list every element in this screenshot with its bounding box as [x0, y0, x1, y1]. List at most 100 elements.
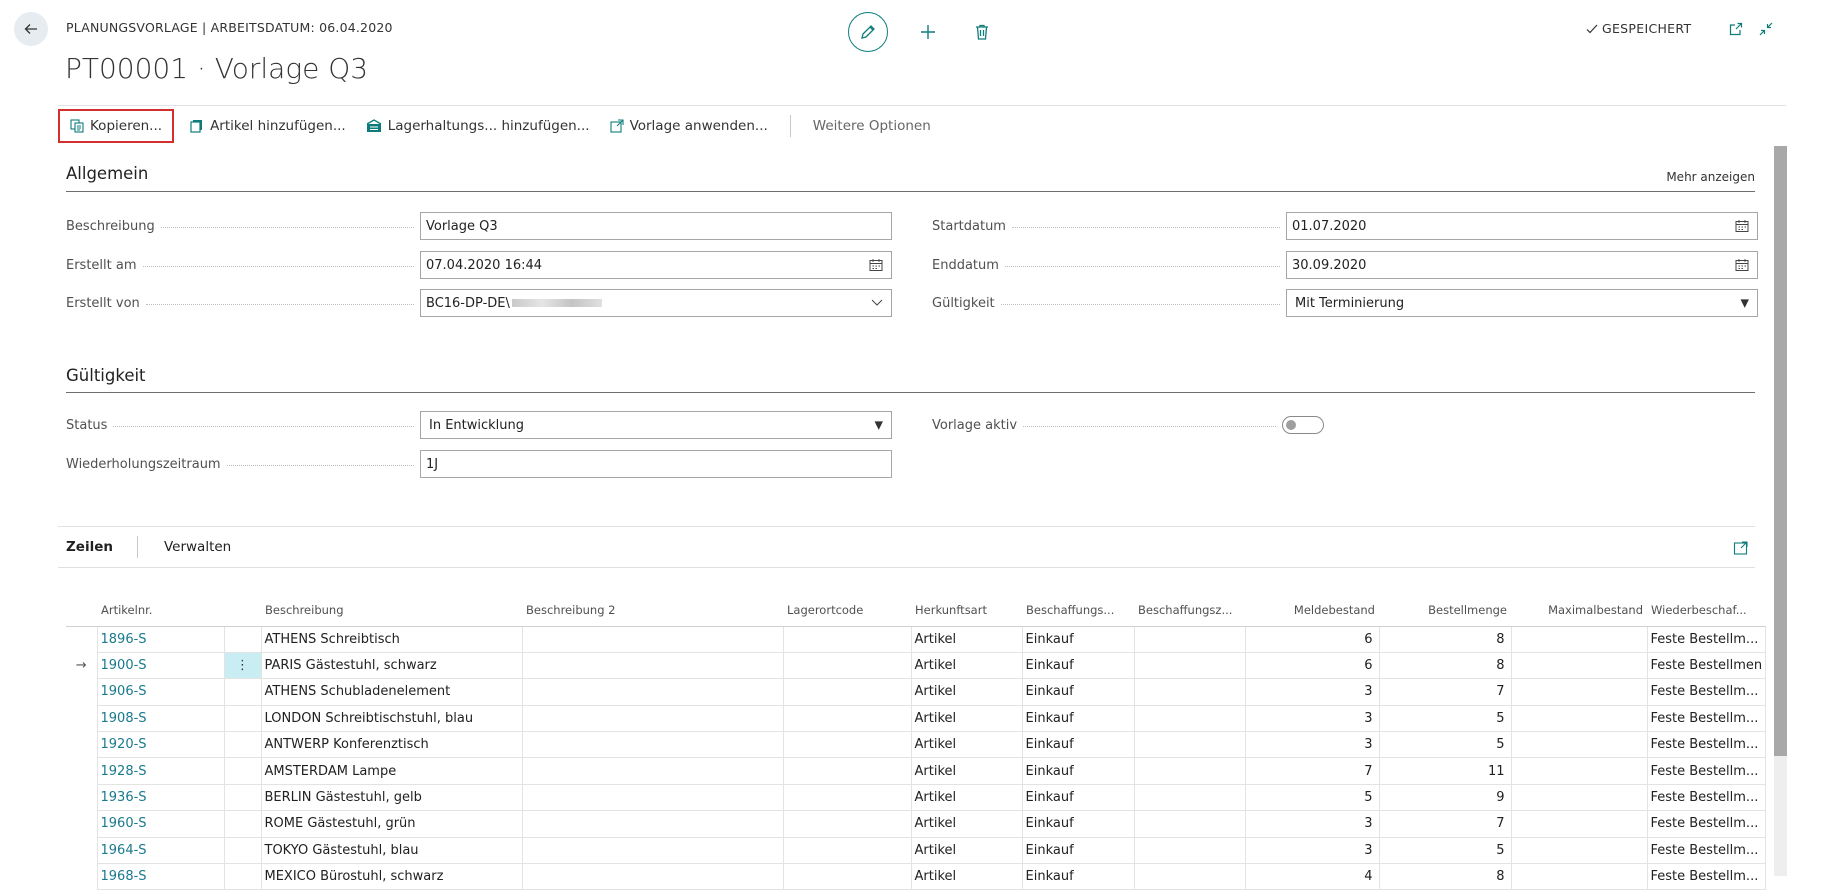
cell-max-inventory[interactable]: [1510, 863, 1648, 890]
status-select[interactable]: In Entwicklung ▼: [420, 411, 892, 439]
table-row[interactable]: 1920-S ANTWERP Konferenztisch Artikel Einka…: [66, 731, 1767, 759]
edit-button[interactable]: [848, 12, 888, 52]
delete-button[interactable]: [968, 18, 996, 46]
cell-description-2[interactable]: [521, 704, 784, 733]
cell-location-code[interactable]: [782, 783, 912, 812]
column-header-item-no[interactable]: Artikelnr.: [97, 594, 224, 627]
row-menu-cell[interactable]: [223, 625, 262, 653]
back-button[interactable]: [14, 12, 48, 46]
add-items-button[interactable]: Artikel hinzufügen...: [180, 109, 356, 143]
cell-description-2[interactable]: [521, 678, 784, 706]
table-row[interactable]: 1936-S BERLIN Gästestuhl, gelb Artikel Eink…: [66, 783, 1767, 812]
cell-max-inventory[interactable]: [1510, 731, 1648, 759]
end-date-input[interactable]: 30.09.2020: [1286, 251, 1758, 279]
cell-order-quantity[interactable]: 9: [1378, 783, 1512, 812]
cell-order-quantity[interactable]: 5: [1378, 704, 1512, 733]
new-button[interactable]: [914, 18, 942, 46]
apply-template-button[interactable]: Vorlage anwenden...: [600, 109, 778, 143]
column-header-reorder-point[interactable]: Meldebestand: [1245, 594, 1379, 627]
cell-location-code[interactable]: [782, 757, 912, 785]
row-menu-cell[interactable]: [223, 757, 262, 785]
cell-procurement-time[interactable]: [1133, 625, 1246, 653]
cell-reorder-point[interactable]: 6: [1244, 651, 1380, 680]
cell-max-inventory[interactable]: [1510, 704, 1648, 733]
cell-reorder-point[interactable]: 6: [1244, 625, 1380, 653]
cell-reorder-policy[interactable]: Feste Bestellmen: [1646, 651, 1767, 680]
cell-procurement-time[interactable]: [1133, 678, 1246, 706]
column-header-origin-type[interactable]: Herkunftsart: [911, 594, 1022, 627]
cell-description-2[interactable]: [521, 783, 784, 812]
cell-reorder-policy[interactable]: Feste Bestellm...: [1646, 836, 1767, 865]
column-header-procurement[interactable]: Beschaffungs...: [1022, 594, 1134, 627]
cell-procurement[interactable]: Einkauf: [1021, 625, 1135, 653]
cell-location-code[interactable]: [782, 863, 912, 890]
cell-origin-type[interactable]: Artikel: [910, 625, 1023, 653]
cell-description[interactable]: ATHENS Schreibtisch: [260, 625, 523, 653]
cell-reorder-policy[interactable]: Feste Bestellm...: [1646, 625, 1767, 653]
row-menu-cell[interactable]: [223, 863, 262, 890]
cell-max-inventory[interactable]: [1510, 625, 1648, 653]
table-row[interactable]: 1896-S ATHENS Schreibtisch Artikel Einkauf 6…: [66, 625, 1767, 653]
cell-item-no[interactable]: 1928-S: [96, 757, 225, 785]
table-row[interactable]: 1908-S LONDON Schreibtischstuhl, blau Arti…: [66, 704, 1767, 733]
table-row[interactable]: 1928-S AMSTERDAM Lampe Artikel Einkauf 7 11 Fe…: [66, 757, 1767, 785]
cell-procurement-time[interactable]: [1133, 810, 1246, 838]
table-row[interactable]: 1960-S ROME Gästestuhl, grün Artikel Einkau…: [66, 810, 1767, 838]
cell-description[interactable]: PARIS Gästestuhl, schwarz: [260, 651, 523, 680]
cell-description-2[interactable]: [521, 810, 784, 838]
cell-item-no[interactable]: 1960-S: [96, 810, 225, 838]
cell-procurement[interactable]: Einkauf: [1021, 810, 1135, 838]
collapse-icon[interactable]: [1758, 21, 1774, 37]
validity-section-title[interactable]: Gültigkeit: [66, 366, 146, 385]
cell-reorder-policy[interactable]: Feste Bestellm...: [1646, 704, 1767, 733]
calendar-icon[interactable]: [1735, 258, 1749, 272]
cell-description-2[interactable]: [521, 731, 784, 759]
cell-origin-type[interactable]: Artikel: [910, 704, 1023, 733]
cell-order-quantity[interactable]: 7: [1378, 810, 1512, 838]
column-header-max-inventory[interactable]: Maximalbestand: [1511, 594, 1647, 627]
add-stockkeeping-button[interactable]: Lagerhaltungs... hinzufügen...: [356, 109, 600, 143]
cell-item-no[interactable]: 1936-S: [96, 783, 225, 812]
cell-description[interactable]: MEXICO Bürostuhl, schwarz: [260, 863, 523, 890]
cell-order-quantity[interactable]: 7: [1378, 678, 1512, 706]
cell-procurement-time[interactable]: [1133, 863, 1246, 890]
cell-location-code[interactable]: [782, 810, 912, 838]
more-options-button[interactable]: Weitere Optionen: [803, 109, 941, 143]
cell-origin-type[interactable]: Artikel: [910, 863, 1023, 890]
cell-procurement-time[interactable]: [1133, 731, 1246, 759]
cell-origin-type[interactable]: Artikel: [910, 731, 1023, 759]
cell-origin-type[interactable]: Artikel: [910, 757, 1023, 785]
cell-max-inventory[interactable]: [1510, 757, 1648, 785]
table-row[interactable]: 1968-S MEXICO Bürostuhl, schwarz Artikel Ei…: [66, 863, 1767, 890]
cell-location-code[interactable]: [782, 731, 912, 759]
calendar-icon[interactable]: [869, 258, 883, 272]
column-header-reorder-policy[interactable]: Wiederbeschaf...: [1647, 594, 1766, 627]
cell-location-code[interactable]: [782, 836, 912, 865]
tab-manage[interactable]: Verwalten: [156, 539, 239, 555]
cell-reorder-point[interactable]: 3: [1244, 810, 1380, 838]
tab-lines[interactable]: Zeilen: [58, 539, 121, 555]
table-row[interactable]: → 1900-S ⋮ PARIS Gästestuhl, schwarz Artikel…: [66, 651, 1767, 680]
cell-reorder-point[interactable]: 3: [1244, 678, 1380, 706]
cell-procurement-time[interactable]: [1133, 836, 1246, 865]
cell-procurement[interactable]: Einkauf: [1021, 783, 1135, 812]
cell-item-no[interactable]: 1964-S: [96, 836, 225, 865]
cell-procurement[interactable]: Einkauf: [1021, 731, 1135, 759]
expand-icon[interactable]: [1733, 540, 1749, 556]
cell-location-code[interactable]: [782, 704, 912, 733]
cell-location-code[interactable]: [782, 678, 912, 706]
cell-reorder-point[interactable]: 3: [1244, 836, 1380, 865]
cell-reorder-policy[interactable]: Feste Bestellm...: [1646, 863, 1767, 890]
cell-description-2[interactable]: [521, 651, 784, 680]
cell-reorder-point[interactable]: 3: [1244, 704, 1380, 733]
cell-description[interactable]: ROME Gästestuhl, grün: [260, 810, 523, 838]
column-header-procurement-time[interactable]: Beschaffungsz...: [1134, 594, 1245, 627]
description-input[interactable]: Vorlage Q3: [420, 212, 892, 240]
cell-order-quantity[interactable]: 8: [1378, 651, 1512, 680]
column-header-location-code[interactable]: Lagerortcode: [783, 594, 911, 627]
column-header-order-quantity[interactable]: Bestellmenge: [1379, 594, 1511, 627]
cell-procurement-time[interactable]: [1133, 704, 1246, 733]
chevron-down-icon[interactable]: [871, 299, 883, 307]
cell-description[interactable]: TOKYO Gästestuhl, blau: [260, 836, 523, 865]
cell-order-quantity[interactable]: 8: [1378, 625, 1512, 653]
